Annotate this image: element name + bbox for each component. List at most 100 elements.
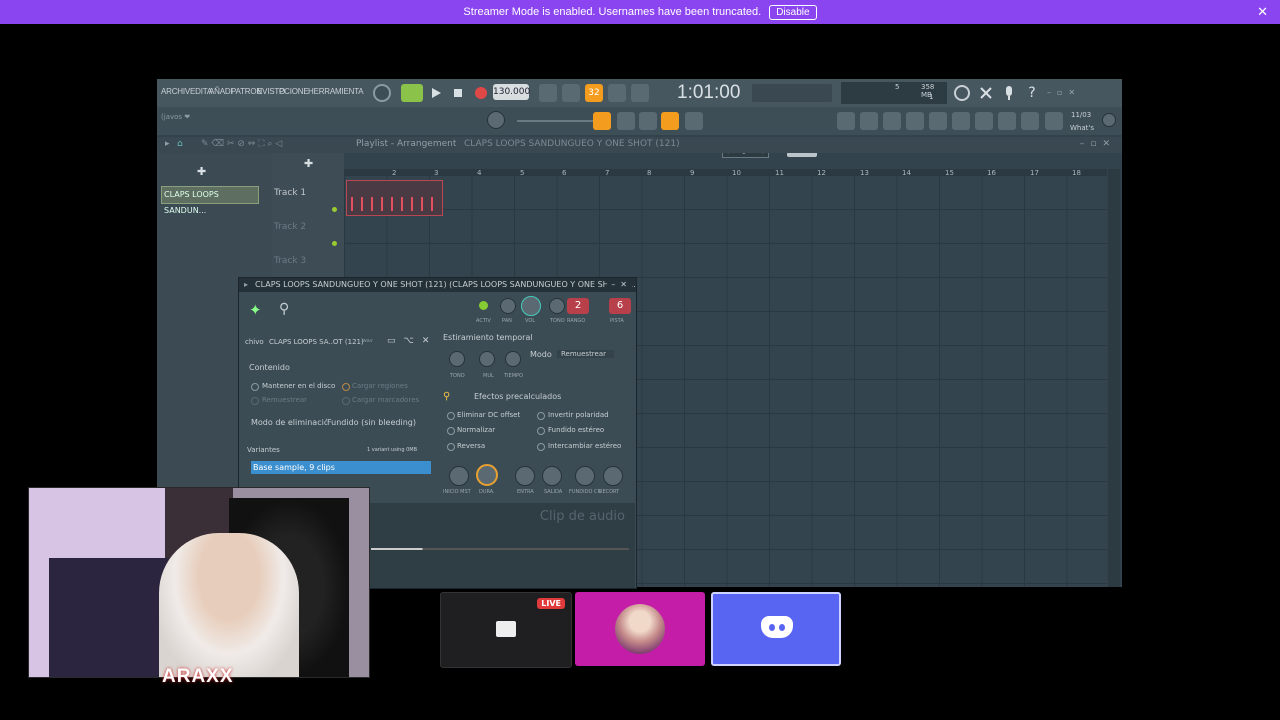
mixer-track-counter[interactable]: 6 [609,298,631,314]
swap-stereo-radio[interactable] [537,443,545,451]
cut-icon[interactable] [977,84,995,102]
disable-streamer-mode-button[interactable]: Disable [769,4,817,20]
track-2-mute-led[interactable] [332,241,337,246]
channel-active-led[interactable] [479,301,488,310]
touch-icon[interactable] [998,112,1016,130]
close-banner-icon[interactable]: ✕ [1257,4,1268,20]
length-knob[interactable] [476,464,498,486]
step-sequencer-icon[interactable] [860,112,878,130]
stereo-fade-radio[interactable] [537,427,545,435]
master-pitch-slider[interactable] [517,120,597,122]
effects-wrench-icon: ⚲ [443,391,451,402]
channel-window-controls[interactable]: –✕ [607,278,632,292]
record-icon[interactable] [472,84,490,102]
metronome-toggle-icon[interactable] [539,84,557,102]
file-extension: .wav [361,338,373,344]
resample-radio[interactable] [251,397,259,405]
countdown-icon[interactable] [608,84,626,102]
volume-knob[interactable] [521,296,541,316]
trim-knob[interactable] [603,466,623,486]
refresh-icon[interactable] [954,85,970,101]
load-regions-radio[interactable] [342,383,350,391]
track-1-label[interactable]: Track 1 [274,188,306,198]
playlist-window-controls[interactable]: –▫✕ [1080,139,1116,149]
participant-tile[interactable] [575,592,705,666]
channel-menu-arrow-icon[interactable]: ▸ [244,278,248,292]
track-pattern-icon[interactable]: ✚ [304,157,313,170]
menu-file[interactable]: ARCHIV [161,87,190,96]
tempo-display[interactable]: 130.000 [493,84,530,100]
channel-rack-icon[interactable] [929,112,947,130]
wrench-tab-icon[interactable]: ⚲ [279,301,289,317]
whats-new-label[interactable]: What's [1070,124,1094,132]
variant-item[interactable]: Base sample, 9 clips [251,461,431,474]
invert-polarity-radio[interactable] [537,412,545,420]
loop-record-icon[interactable] [631,84,649,102]
ts-time-knob[interactable] [505,351,521,367]
window-controls[interactable]: –▫✕ [1047,88,1107,98]
mixer-icon[interactable] [906,112,924,130]
range-counter[interactable]: 2 [567,298,589,314]
wait-input-icon[interactable] [562,84,580,102]
variants-info: 1 variant using 0MB [367,447,418,453]
brush-tool-icon[interactable] [639,112,657,130]
stamp-icon[interactable] [685,112,703,130]
song-mode-button[interactable] [401,84,423,102]
piano-roll-icon[interactable] [593,112,611,130]
audio-clip-label: Clip de audio [539,509,625,524]
normalize-radio[interactable] [447,427,455,435]
pattern-item[interactable]: CLAPS LOOPS SANDUN... [161,186,259,215]
ts-mode-select[interactable]: Remuestrear [557,350,615,358]
discord-tile[interactable] [711,592,841,666]
stop-icon[interactable] [449,84,467,102]
audio-clip-track-1[interactable] [346,180,443,216]
track-1-mute-led[interactable] [332,207,337,212]
crossfade-knob[interactable] [575,466,595,486]
settings-icon[interactable] [1102,113,1116,127]
file-action-icons[interactable]: ▭⌥✕ [387,336,437,346]
streamer-logo: ARAXX [162,666,234,687]
pan-knob[interactable] [500,298,516,314]
screen-icon[interactable] [1021,112,1039,130]
playlist-arrow-icon[interactable]: ▸ [165,139,170,149]
playlist-scrollbar[interactable] [1108,169,1120,587]
screen-share-tile[interactable]: LIVE [440,592,572,668]
shop-icon[interactable] [1045,112,1063,130]
streamer-mode-banner: Streamer Mode is enabled. Usernames have… [0,0,1280,24]
ts-multiplier-knob[interactable] [479,351,495,367]
play-icon[interactable] [427,84,445,102]
reverse-radio[interactable] [447,443,455,451]
remove-dc-radio[interactable] [447,412,455,420]
fade-out-knob[interactable] [542,466,562,486]
discord-logo-icon [761,616,793,638]
browser-icon[interactable] [952,112,970,130]
help-icon[interactable]: ? [1023,84,1041,102]
pattern-number[interactable]: 32 [585,84,603,102]
metronome-icon[interactable] [373,84,391,102]
label-fundido: FUNDIDO CR [569,489,601,495]
ts-pitch-knob[interactable] [449,351,465,367]
keep-disk-radio[interactable] [251,383,259,391]
menu-options[interactable]: PCIONE [279,87,309,96]
playlist-icon[interactable] [837,112,855,130]
microphone-icon[interactable] [1000,84,1018,102]
master-volume-knob[interactable] [487,111,505,129]
link-icon[interactable] [661,112,679,130]
add-pattern-icon[interactable]: ✚ [197,165,206,178]
audio-preview[interactable]: Clip de audio [369,503,635,588]
piano-roll-window-icon[interactable] [883,112,901,130]
fade-in-knob[interactable] [515,466,535,486]
declick-mode-select[interactable]: Fundido (sin bleeding) [327,418,416,427]
load-markers-radio[interactable] [342,397,350,405]
waveform-tab-icon[interactable]: ✦ [249,301,262,319]
menu-tools[interactable]: HERRAMIENTA [308,87,364,96]
track-2-label[interactable]: Track 2 [274,222,306,232]
playlist-snap-icon[interactable]: ⌂ [177,139,183,149]
playlist-tools-icons[interactable]: ✎ ⌫ ✂ ⊘ ⇔ ⛶ ⌕ ◁ [201,139,282,149]
menu-add[interactable]: AÑADI [209,87,233,96]
pitch-knob[interactable] [549,298,565,314]
start-knob[interactable] [449,466,469,486]
plugin-icon[interactable] [975,112,993,130]
arrow-tool-icon[interactable] [617,112,635,130]
track-3-label[interactable]: Track 3 [274,256,306,266]
